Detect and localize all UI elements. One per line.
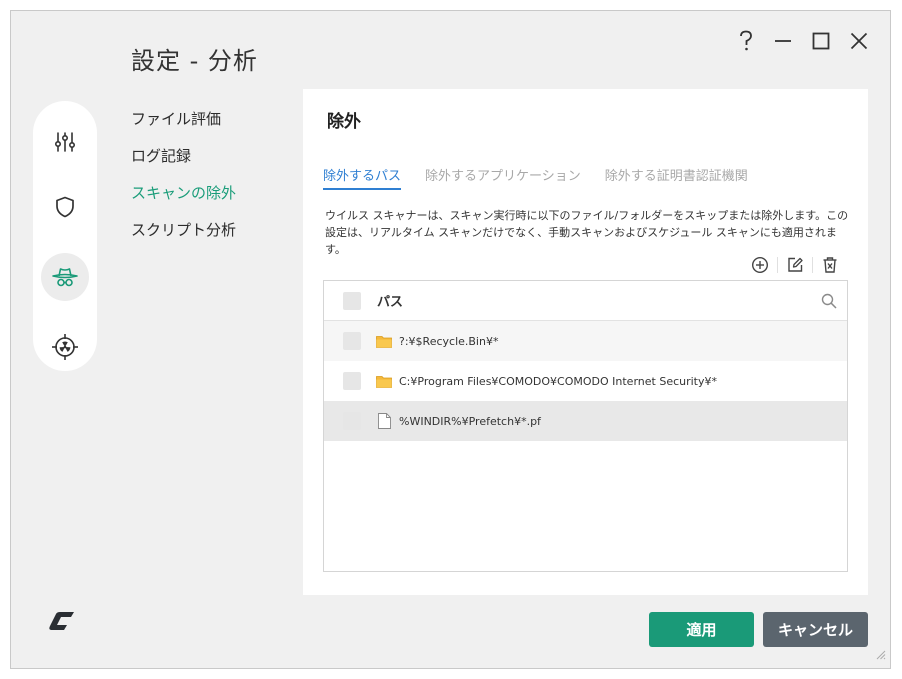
comodo-logo (47, 607, 77, 639)
edit-button[interactable] (783, 253, 807, 277)
delete-button[interactable] (818, 253, 842, 277)
toolbar-divider (812, 257, 813, 273)
minimize-icon (775, 40, 791, 42)
tab-excluded-paths[interactable]: 除外するパス (323, 165, 402, 190)
rail-item-analysis[interactable] (41, 253, 89, 301)
table-row[interactable]: ?:¥$Recycle.Bin¥* (324, 321, 847, 361)
add-button[interactable] (748, 253, 772, 277)
row-path: %WINDIR%¥Prefetch¥*.pf (399, 414, 541, 428)
rail-item-general[interactable] (41, 118, 89, 166)
window-title: 設定 - 分析 (131, 47, 258, 75)
table-toolbar (748, 253, 842, 277)
add-circle-icon (751, 256, 769, 274)
minimize-button[interactable] (767, 27, 799, 55)
subnav-item-scan-exclusions[interactable]: スキャンの除外 (131, 183, 236, 220)
trash-icon (823, 257, 837, 273)
maximize-button[interactable] (805, 27, 837, 55)
column-header-path: パス (377, 295, 404, 310)
crosshair-radiation-icon (52, 334, 78, 360)
category-rail (33, 101, 97, 371)
subnav-item-script-analysis[interactable]: スクリプト分析 (131, 220, 236, 257)
table-search-button[interactable] (821, 293, 837, 313)
close-button[interactable] (843, 27, 875, 55)
settings-window: 設定 - 分析 ファイル評価 ログ記録 スキャンの除外 スクリプト分析 除外 除… (10, 10, 891, 669)
subnav-item-logging[interactable]: ログ記録 (131, 146, 236, 183)
tab-excluded-certificate-authorities[interactable]: 除外する証明書認証機関 (605, 165, 748, 190)
select-all-checkbox[interactable] (343, 291, 361, 310)
table-row[interactable]: %WINDIR%¥Prefetch¥*.pf (324, 401, 847, 441)
help-button[interactable] (730, 27, 762, 55)
help-icon (740, 30, 752, 51)
row-checkbox[interactable] (343, 332, 361, 350)
rail-item-protection[interactable] (41, 183, 89, 231)
row-checkbox[interactable] (343, 412, 361, 430)
exclusions-panel: 除外 除外するパス 除外するアプリケーション 除外する証明書認証機関 ウイルス … (303, 89, 868, 595)
row-path: ?:¥$Recycle.Bin¥* (399, 334, 499, 348)
edit-icon (788, 257, 803, 272)
row-checkbox[interactable] (343, 372, 361, 390)
sub-navigation: ファイル評価 ログ記録 スキャンの除外 スクリプト分析 (131, 109, 236, 257)
row-path: C:¥Program Files¥COMODO¥COMODO Internet … (399, 374, 718, 388)
maximize-icon (812, 32, 830, 50)
resize-grip-icon[interactable] (876, 645, 886, 664)
search-icon (821, 293, 837, 309)
tab-excluded-applications[interactable]: 除外するアプリケーション (425, 165, 581, 190)
exclusion-tabs: 除外するパス 除外するアプリケーション 除外する証明書認証機関 (323, 165, 748, 190)
spy-hat-icon (52, 268, 78, 287)
subnav-item-file-rating[interactable]: ファイル評価 (131, 109, 236, 146)
apply-button[interactable]: 適用 (649, 612, 754, 647)
file-icon (375, 413, 393, 429)
folder-icon (375, 335, 393, 348)
cancel-button[interactable]: キャンセル (763, 612, 868, 647)
folder-icon (375, 375, 393, 388)
table-header: パス (324, 281, 847, 321)
exclusion-description: ウイルス スキャナーは、スキャン実行時に以下のファイル/フォルダーをスキップまた… (325, 209, 849, 256)
excluded-paths-table: パス ?:¥$Recycle.Bin¥* C:¥Program Files¥CO… (323, 280, 848, 572)
close-icon (850, 32, 868, 50)
sliders-icon (54, 132, 75, 152)
shield-icon (56, 196, 74, 218)
table-row[interactable]: C:¥Program Files¥COMODO¥COMODO Internet … (324, 361, 847, 401)
panel-title: 除外 (327, 112, 361, 132)
rail-item-advanced[interactable] (41, 323, 89, 371)
toolbar-divider (777, 257, 778, 273)
